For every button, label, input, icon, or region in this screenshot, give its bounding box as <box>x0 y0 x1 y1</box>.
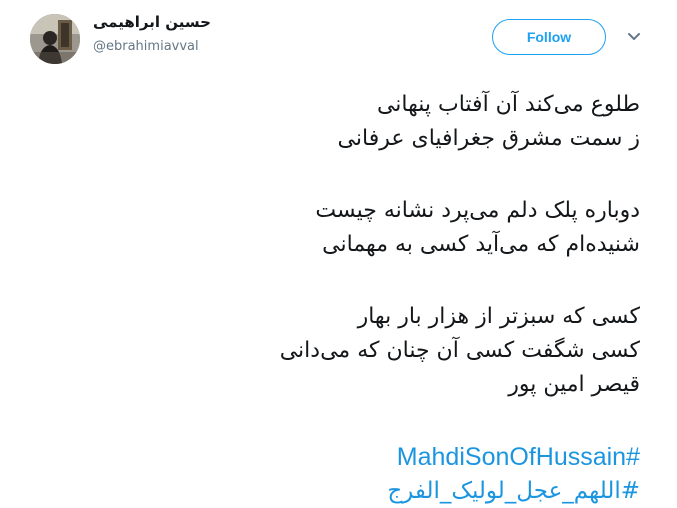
tweet-text: طلوع می‌کند آن آفتاب پنهانی ز سمت مشرق ج… <box>40 88 640 508</box>
poem-line: کسی که سبزتر از هزار بار بهار <box>357 304 640 329</box>
hashtag-link[interactable]: #MahdiSonOfHussain <box>40 440 640 474</box>
poem-line: ز سمت مشرق جغرافیای عرفانی <box>337 126 640 151</box>
chevron-down-icon[interactable] <box>625 30 643 44</box>
author-display-name[interactable]: حسین ابراهیمی <box>93 13 211 31</box>
hashtag-link[interactable]: #اللهم_عجل_لولیک_الفرج <box>40 474 640 508</box>
author-screen-name[interactable]: @ebrahimiavval <box>93 39 199 54</box>
avatar-photo <box>30 14 80 64</box>
poem-line: طلوع می‌کند آن آفتاب پنهانی <box>376 92 640 117</box>
follow-button[interactable]: Follow <box>492 19 606 55</box>
avatar[interactable] <box>30 14 80 64</box>
poem-line: دوباره پلک دلم می‌پرد نشانه چیست <box>315 198 640 223</box>
poem-author: قیصر امین پور <box>508 372 640 397</box>
poem-line: کسی شگفت کسی آن چنان که می‌دانی <box>279 338 640 363</box>
poem-line: شنیده‌ام که می‌آید کسی به مهمانی <box>322 232 640 257</box>
